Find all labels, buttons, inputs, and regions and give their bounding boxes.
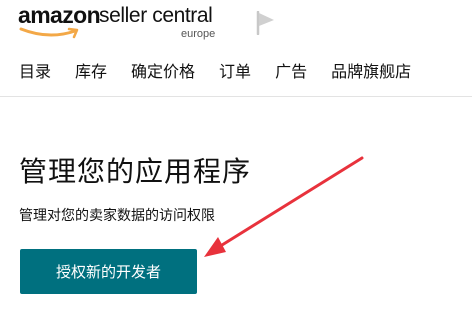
nav-item-catalog[interactable]: 目录 xyxy=(19,58,51,86)
logo-region: europe xyxy=(181,28,216,40)
logo-brand: amazon xyxy=(18,2,101,28)
nav-item-orders[interactable]: 订单 xyxy=(219,58,251,86)
nav-item-pricing[interactable]: 确定价格 xyxy=(131,58,195,86)
nav-item-inventory[interactable]: 库存 xyxy=(75,58,107,86)
page-description: 管理对您的卖家数据的访问权限 xyxy=(19,208,215,224)
amazon-smile-icon xyxy=(19,27,79,39)
header: amazon seller central europe 目录 库存 确定价格 … xyxy=(0,0,472,97)
main-nav: 目录 库存 确定价格 订单 广告 品牌旗舰店 xyxy=(19,58,411,86)
logo-product: seller central xyxy=(99,4,213,27)
authorize-new-developer-button[interactable]: 授权新的开发者 xyxy=(20,249,197,294)
amazon-seller-central-logo[interactable]: amazon seller central europe xyxy=(18,2,248,46)
nav-item-advertising[interactable]: 广告 xyxy=(275,58,307,86)
nav-item-stores[interactable]: 品牌旗舰店 xyxy=(331,58,411,86)
page-title: 管理您的应用程序 xyxy=(19,155,252,188)
flag-icon[interactable] xyxy=(255,11,277,35)
